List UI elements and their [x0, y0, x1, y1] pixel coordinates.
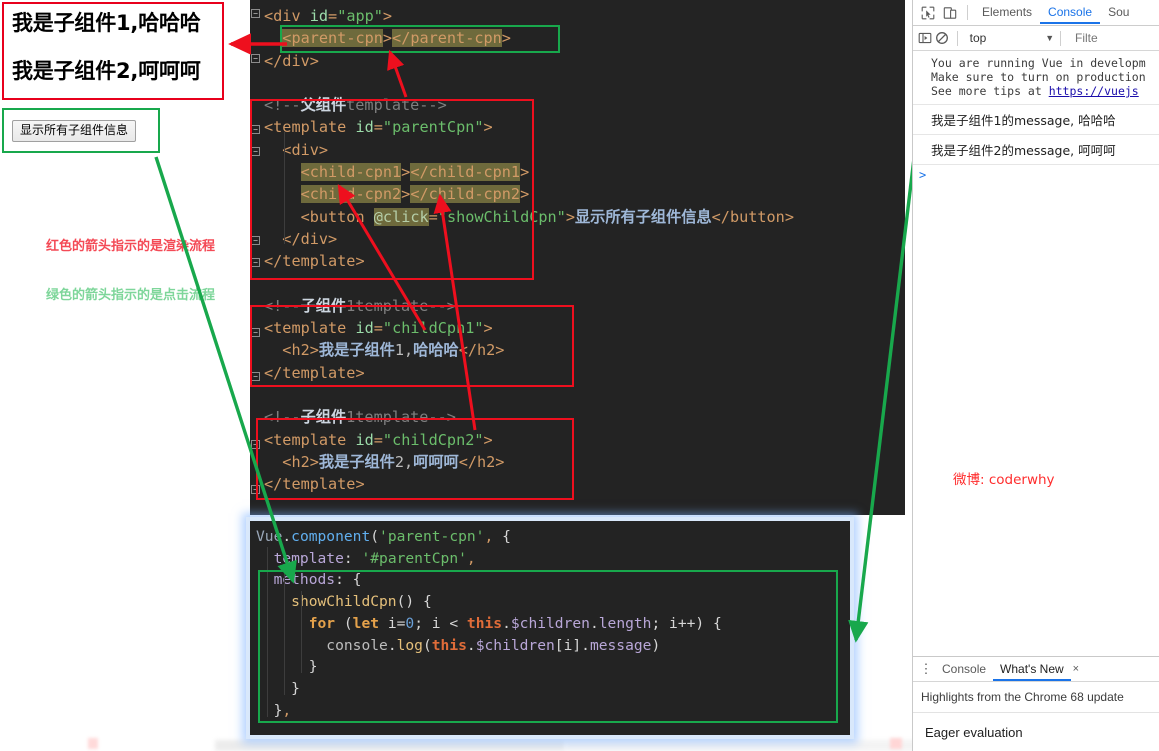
fold-marker[interactable]: − [251, 125, 260, 134]
indent-guide [301, 591, 302, 673]
html-code-text: <div id="app"> <parent-cpn></parent-cpn>… [264, 7, 794, 494]
blur-region-c [88, 738, 98, 749]
filterbar-divider [956, 30, 958, 46]
chevron-down-icon: ▼ [1045, 33, 1055, 43]
rendered-button-box: 显示所有子组件信息 [2, 108, 160, 153]
console-warning-message[interactable]: You are running Vue in developm Make sur… [913, 51, 1159, 105]
js-code-text: Vue.component('parent-cpn', { template: … [256, 528, 722, 719]
tab-console[interactable]: Console [1040, 1, 1100, 24]
fold-marker[interactable]: − [251, 440, 260, 449]
inspect-element-icon[interactable] [917, 3, 939, 23]
tab-sources[interactable]: Sou [1100, 1, 1137, 24]
fold-marker[interactable]: − [251, 328, 260, 337]
whats-new-item[interactable]: Eager evaluation [913, 713, 1159, 746]
console-filter-input[interactable] [1072, 30, 1159, 46]
more-options-icon[interactable]: ⋮ [917, 661, 935, 677]
console-sidebar-icon[interactable] [917, 28, 934, 48]
clear-console-icon[interactable] [934, 28, 951, 48]
devtools-panel: Elements Console Sou top ▼ Filte You are… [912, 0, 1159, 751]
background-blur-strip [0, 737, 920, 751]
warn-line-1: You are running Vue in developm [931, 56, 1146, 70]
fold-marker[interactable]: − [251, 372, 260, 381]
legend-red-text: 红色的箭头指示的是渲染流程 [46, 239, 216, 254]
drawer-tabbar: ⋮ Console What's New × [913, 657, 1159, 682]
filterbar-divider-2 [1060, 30, 1061, 46]
console-message-list: You are running Vue in developm Make sur… [913, 51, 1159, 185]
drawer-tab-whats-new[interactable]: What's New [993, 658, 1071, 681]
toolbar-divider [967, 5, 968, 20]
drawer-tab-console[interactable]: Console [935, 658, 993, 681]
execution-context-select[interactable]: top ▼ [970, 31, 1055, 45]
close-icon[interactable]: × [1073, 663, 1079, 675]
fold-marker[interactable]: − [251, 258, 260, 267]
blur-region-b [565, 740, 920, 751]
js-code-editor[interactable]: Vue.component('parent-cpn', { template: … [250, 521, 850, 735]
tab-elements[interactable]: Elements [974, 1, 1040, 24]
rendered-output-box: 我是子组件1,哈哈哈 我是子组件2,呵呵呵 [2, 2, 224, 100]
html-code-editor[interactable]: − − − − − − − − − − <div id="app"> <pare… [250, 0, 905, 515]
indent-guide [284, 569, 285, 695]
devtools-drawer: ⋮ Console What's New × Highlights from t… [913, 656, 1159, 751]
whats-new-subtitle: Highlights from the Chrome 68 update [913, 682, 1159, 713]
rendered-child2-heading: 我是子组件2,呵呵呵 [12, 59, 201, 83]
fold-marker[interactable]: − [251, 54, 260, 63]
author-watermark: 微博: coderwhy [953, 472, 1055, 488]
execution-context-value: top [969, 31, 987, 45]
fold-marker[interactable]: − [251, 147, 260, 156]
devtools-tabbar: Elements Console Sou [913, 0, 1159, 26]
fold-marker[interactable]: − [251, 236, 260, 245]
indent-guide [267, 547, 268, 717]
rendered-child1-heading: 我是子组件1,哈哈哈 [12, 11, 201, 35]
warn-line-2: Make sure to turn on production [931, 70, 1146, 85]
console-log-message[interactable]: 我是子组件2的message, 呵呵呵 [913, 135, 1159, 165]
indent-guide [284, 132, 285, 244]
screenshot-root: 我是子组件1,哈哈哈 我是子组件2,呵呵呵 显示所有子组件信息 红色的箭头指示的… [0, 0, 1159, 751]
console-filter-bar: top ▼ [913, 26, 1159, 51]
show-child-info-button[interactable]: 显示所有子组件信息 [12, 120, 137, 143]
js-code-panel: Vue.component('parent-cpn', { template: … [246, 517, 854, 739]
blur-region-d [890, 738, 902, 749]
device-toolbar-icon[interactable] [939, 3, 961, 23]
vuejs-docs-link[interactable]: https://vuejs [1049, 84, 1139, 98]
warn-line-3: See more tips at [931, 84, 1049, 99]
console-prompt[interactable]: > [913, 165, 1159, 185]
legend-green-text: 绿色的箭头指示的是点击流程 [46, 288, 216, 303]
fold-marker[interactable]: − [251, 485, 260, 494]
fold-marker[interactable]: − [251, 9, 260, 18]
console-log-message[interactable]: 我是子组件1的message, 哈哈哈 [913, 105, 1159, 135]
blur-region-a [215, 740, 565, 751]
